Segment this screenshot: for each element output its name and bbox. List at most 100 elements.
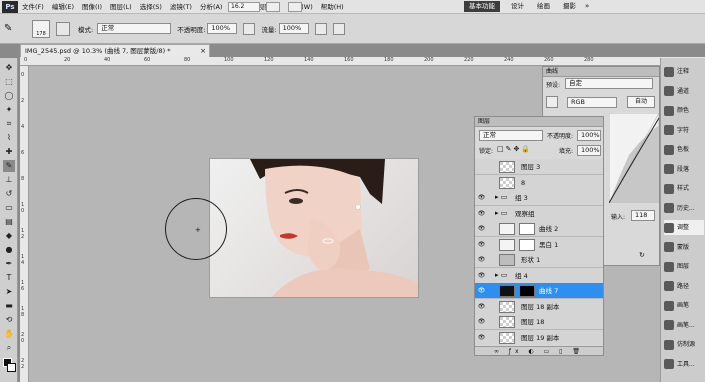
pressure-size-icon[interactable] bbox=[332, 22, 345, 35]
brush-preset-picker[interactable]: 178 bbox=[32, 19, 50, 38]
zoom-tool-icon[interactable]: ⌕ bbox=[3, 342, 15, 354]
menu-item-1[interactable]: 编辑(E) bbox=[48, 0, 78, 14]
layer-row[interactable]: 图层 3 bbox=[475, 159, 603, 175]
visibility-eye-icon[interactable]: 👁 bbox=[477, 209, 486, 218]
arrange-icon[interactable] bbox=[288, 2, 302, 12]
dock-item[interactable]: 字符 bbox=[664, 123, 704, 138]
lock-icons[interactable]: □✎✥🔒 bbox=[497, 145, 532, 153]
dock-item[interactable]: 工具... bbox=[664, 357, 704, 372]
visibility-eye-icon[interactable] bbox=[477, 162, 486, 171]
dock-item[interactable]: 路径 bbox=[664, 279, 704, 294]
dock-item[interactable]: 仿制源 bbox=[664, 337, 704, 352]
layer-row[interactable]: 👁 形状 1 bbox=[475, 252, 603, 268]
path-select-tool-icon[interactable]: ➤ bbox=[3, 286, 15, 298]
menu-item-10[interactable]: 帮助(H) bbox=[317, 0, 348, 14]
pen-tool-icon[interactable]: ✒ bbox=[3, 258, 15, 270]
visibility-eye-icon[interactable]: 👁 bbox=[477, 193, 486, 202]
shape-tool-icon[interactable]: ▬ bbox=[3, 300, 15, 312]
visibility-eye-icon[interactable] bbox=[477, 178, 486, 187]
close-icon[interactable]: × bbox=[200, 45, 206, 57]
background-color-swatch[interactable] bbox=[7, 363, 16, 372]
workspace-more-icon[interactable]: » bbox=[585, 2, 589, 10]
document-tab[interactable]: IMG_2545.psd @ 10.3% (曲线 7, 图层蒙版/8) * × bbox=[20, 44, 210, 57]
quick-select-tool-icon[interactable]: ✦ bbox=[3, 104, 15, 116]
fill-field[interactable]: 100% bbox=[577, 145, 601, 156]
menu-item-4[interactable]: 选择(S) bbox=[136, 0, 166, 14]
dock-item[interactable]: 画笔 bbox=[664, 298, 704, 313]
dock-item[interactable]: 图层 bbox=[664, 259, 704, 274]
dock-item[interactable]: 历史... bbox=[664, 201, 704, 216]
brush-panel-toggle-icon[interactable] bbox=[56, 21, 70, 36]
layer-thumbnail[interactable] bbox=[499, 285, 515, 297]
workspace-essentials[interactable]: 基本功能 bbox=[464, 1, 500, 12]
layer-mask-thumbnail[interactable] bbox=[519, 238, 535, 251]
brush-tool-icon[interactable]: ✎ bbox=[3, 160, 15, 172]
layer-opacity-field[interactable]: 100% bbox=[577, 130, 601, 141]
group-folder-icon[interactable]: ▸ ▭ bbox=[495, 209, 507, 217]
visibility-eye-icon[interactable]: 👁 bbox=[477, 302, 486, 311]
point-edit-icon[interactable] bbox=[546, 96, 558, 108]
dock-item[interactable]: 通道 bbox=[664, 84, 704, 99]
channel-select[interactable]: RGB bbox=[567, 97, 617, 108]
layer-row[interactable]: 👁 黑白 1 bbox=[475, 236, 603, 253]
curve-graph[interactable] bbox=[609, 113, 659, 203]
mode-select[interactable]: 正常 bbox=[97, 23, 172, 34]
layer-mask-thumbnail[interactable] bbox=[519, 285, 535, 297]
layer-thumbnail[interactable] bbox=[499, 223, 515, 235]
opacity-field[interactable]: 100% bbox=[207, 23, 238, 34]
visibility-eye-icon[interactable]: 👁 bbox=[477, 255, 486, 264]
eraser-tool-icon[interactable]: ▭ bbox=[3, 202, 15, 214]
3d-rotate-tool-icon[interactable]: ⟲ bbox=[3, 314, 15, 326]
dock-item[interactable]: 画笔... bbox=[664, 318, 704, 333]
layer-row[interactable]: 👁 曲线 2 bbox=[475, 221, 603, 237]
layer-row[interactable]: 8 bbox=[475, 174, 603, 191]
history-brush-tool-icon[interactable]: ↺ bbox=[3, 188, 15, 200]
move-tool-icon[interactable]: ✥ bbox=[3, 62, 15, 74]
dock-item[interactable]: 注释 bbox=[664, 64, 704, 79]
dodge-tool-icon[interactable]: ● bbox=[3, 244, 15, 256]
workspace-photo[interactable]: 摄影 bbox=[558, 1, 581, 12]
auto-button[interactable]: 自动 bbox=[627, 96, 655, 108]
crop-tool-icon[interactable]: ⌗ bbox=[3, 118, 15, 130]
layer-row[interactable]: 👁 ▸ ▭ 组 3 bbox=[475, 190, 603, 206]
menu-item-2[interactable]: 图像(I) bbox=[78, 0, 106, 14]
layer-row[interactable]: 👁 ▸ ▭ 观察组 bbox=[475, 205, 603, 222]
pressure-opacity-icon[interactable] bbox=[243, 22, 256, 35]
healing-tool-icon[interactable]: ✚ bbox=[3, 146, 15, 158]
dock-item[interactable]: 段落 bbox=[664, 162, 704, 177]
visibility-eye-icon[interactable]: 👁 bbox=[477, 224, 486, 233]
dock-item[interactable]: 调整 bbox=[664, 220, 704, 235]
layer-thumbnail[interactable] bbox=[499, 176, 515, 189]
layer-row[interactable]: 👁 图层 18 副本 bbox=[475, 298, 603, 315]
type-tool-icon[interactable]: T bbox=[3, 272, 15, 284]
layer-row[interactable]: 👁 图层 18 bbox=[475, 314, 603, 330]
layer-row[interactable]: 👁 ▸ ▭ 组 4 bbox=[475, 267, 603, 284]
dock-item[interactable]: 颜色 bbox=[664, 103, 704, 118]
group-folder-icon[interactable]: ▸ ▭ bbox=[495, 271, 507, 279]
menu-item-0[interactable]: 文件(F) bbox=[18, 0, 48, 14]
flow-field[interactable]: 100% bbox=[278, 23, 309, 34]
blend-mode-select[interactable]: 正常 bbox=[479, 130, 543, 141]
zoom-box[interactable]: 16.2 bbox=[228, 2, 260, 12]
menu-item-6[interactable]: 分析(A) bbox=[196, 0, 227, 14]
preset-select[interactable]: 自定 bbox=[565, 78, 653, 89]
workspace-design[interactable]: 设计 bbox=[506, 1, 529, 12]
layer-thumbnail[interactable] bbox=[499, 316, 515, 328]
visibility-eye-icon[interactable]: 👁 bbox=[477, 271, 486, 280]
grid-icon[interactable] bbox=[266, 2, 280, 12]
visibility-eye-icon[interactable]: 👁 bbox=[477, 333, 486, 342]
document-image[interactable] bbox=[209, 158, 419, 298]
visibility-eye-icon[interactable]: 👁 bbox=[477, 286, 486, 295]
layer-row[interactable]: 👁 图层 19 副本 bbox=[475, 329, 603, 345]
lasso-tool-icon[interactable]: ◯ bbox=[3, 90, 15, 102]
clone-stamp-tool-icon[interactable]: ⊥ bbox=[3, 174, 15, 186]
layer-mask-thumbnail[interactable] bbox=[519, 223, 535, 235]
layer-thumbnail[interactable] bbox=[499, 254, 515, 266]
layer-thumbnail[interactable] bbox=[499, 238, 515, 251]
layer-thumbnail[interactable] bbox=[499, 331, 515, 344]
blur-tool-icon[interactable]: ◆ bbox=[3, 230, 15, 242]
visibility-eye-icon[interactable]: 👁 bbox=[477, 240, 486, 249]
dock-item[interactable]: 样式 bbox=[664, 181, 704, 196]
layer-thumbnail[interactable] bbox=[499, 300, 515, 313]
brush-tool-icon[interactable]: ✎ bbox=[4, 22, 18, 36]
